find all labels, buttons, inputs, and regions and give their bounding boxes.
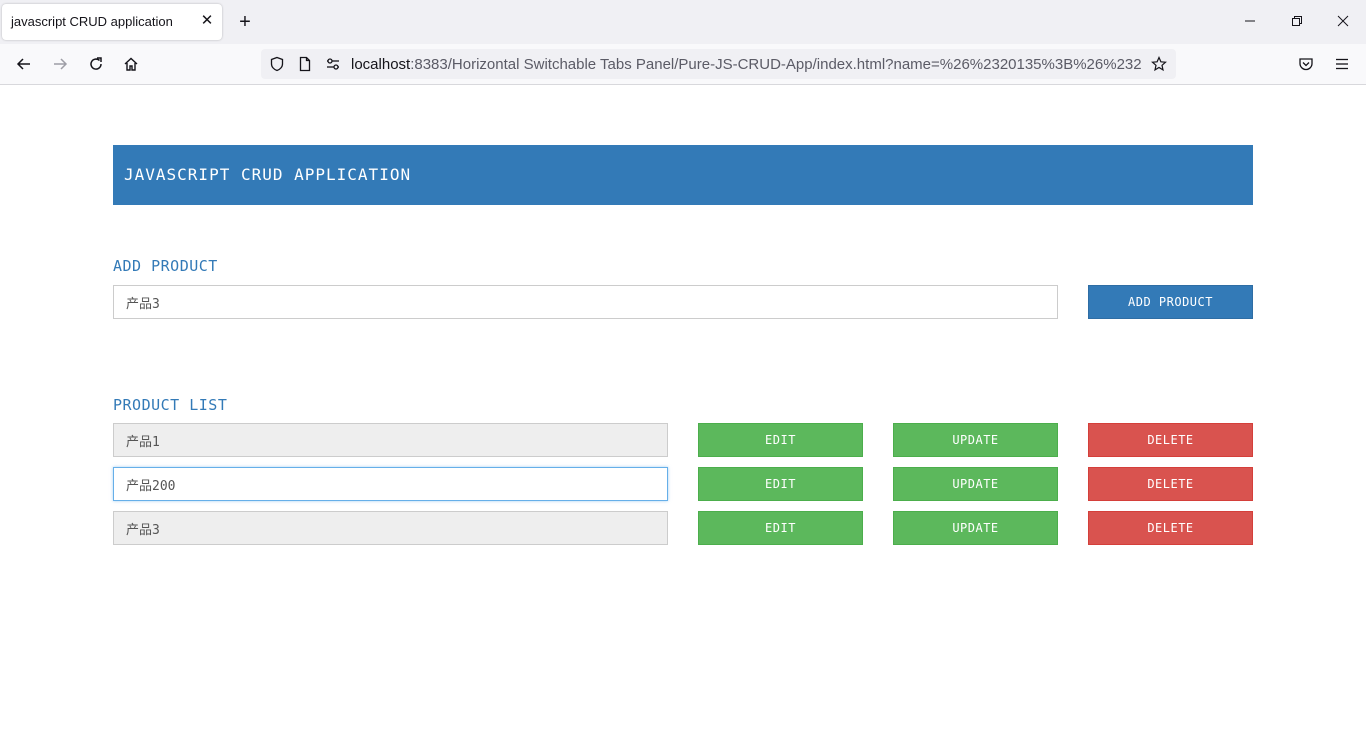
forward-icon[interactable] — [48, 52, 72, 76]
url-bar[interactable]: localhost:8383/Horizontal Switchable Tab… — [261, 49, 1176, 79]
restore-icon[interactable] — [1284, 10, 1310, 34]
add-product-heading: ADD PRODUCT — [113, 257, 218, 275]
product-name-field[interactable] — [113, 423, 668, 457]
pocket-icon[interactable] — [1294, 52, 1318, 76]
update-button[interactable]: UPDATE — [893, 511, 1058, 545]
browser-nav-bar: localhost:8383/Horizontal Switchable Tab… — [0, 44, 1366, 85]
reload-icon[interactable] — [84, 52, 108, 76]
product-name-field[interactable] — [113, 467, 668, 501]
page-icon[interactable] — [297, 56, 313, 77]
browser-tab-bar: javascript CRUD application ✕ + — [0, 0, 1366, 44]
new-tab-icon[interactable]: + — [234, 11, 256, 33]
url-path: :8383/Horizontal Switchable Tabs Panel/P… — [410, 56, 1141, 73]
product-name-field[interactable] — [113, 511, 668, 545]
shield-icon[interactable] — [269, 56, 285, 77]
delete-button[interactable]: DELETE — [1088, 467, 1253, 501]
edit-button[interactable]: EDIT — [698, 511, 863, 545]
delete-button[interactable]: DELETE — [1088, 511, 1253, 545]
minimize-icon[interactable] — [1237, 10, 1263, 34]
page-title: JAVASCRIPT CRUD APPLICATION — [124, 165, 412, 184]
delete-button[interactable]: DELETE — [1088, 423, 1253, 457]
product-list-heading: PRODUCT LIST — [113, 396, 228, 414]
update-button[interactable]: UPDATE — [893, 467, 1058, 501]
add-product-input[interactable] — [113, 285, 1058, 319]
permissions-icon[interactable] — [325, 56, 341, 77]
app-header: JAVASCRIPT CRUD APPLICATION — [113, 145, 1253, 205]
tab-close-icon[interactable]: ✕ — [198, 12, 216, 30]
add-product-button[interactable]: ADD PRODUCT — [1088, 285, 1253, 319]
menu-icon[interactable] — [1330, 52, 1354, 76]
window-close-icon[interactable] — [1330, 10, 1356, 34]
star-icon[interactable] — [1151, 56, 1167, 77]
url-host: localhost — [351, 56, 411, 73]
edit-button[interactable]: EDIT — [698, 423, 863, 457]
url-text[interactable]: localhost:8383/Horizontal Switchable Tab… — [351, 56, 1141, 73]
back-icon[interactable] — [12, 52, 36, 76]
browser-tab[interactable]: javascript CRUD application ✕ — [2, 4, 222, 40]
edit-button[interactable]: EDIT — [698, 467, 863, 501]
update-button[interactable]: UPDATE — [893, 423, 1058, 457]
home-icon[interactable] — [119, 52, 143, 76]
tab-title: javascript CRUD application — [11, 14, 173, 29]
